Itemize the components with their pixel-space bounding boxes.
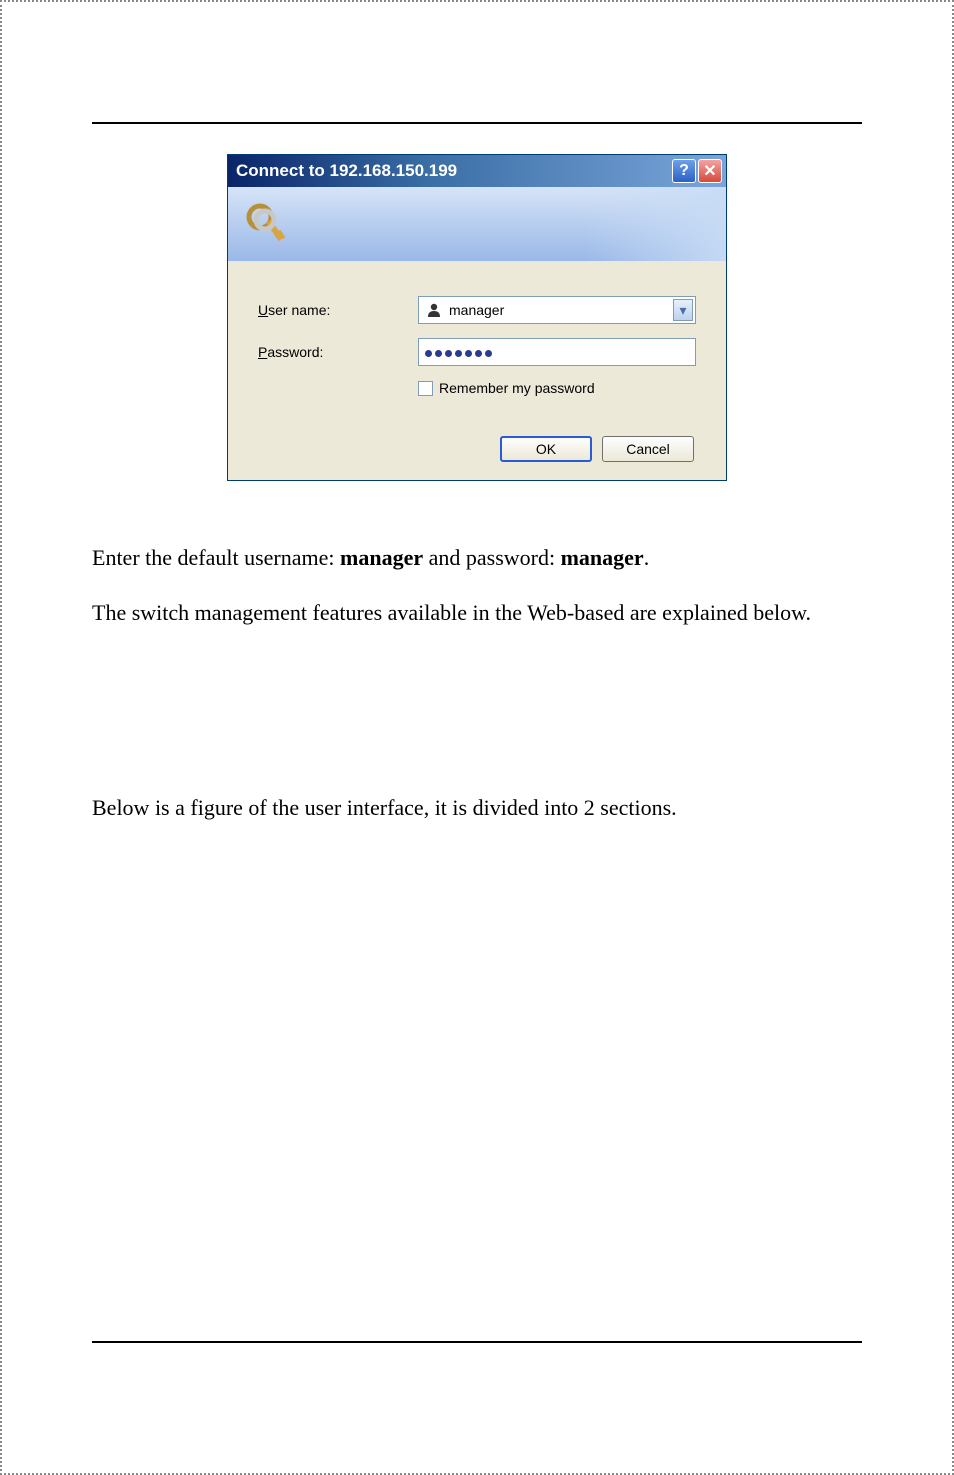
close-icon: ✕ — [703, 161, 716, 181]
remember-label: Remember my password — [439, 380, 595, 396]
remember-row: Remember my password — [418, 380, 696, 396]
cancel-button[interactable]: Cancel — [602, 436, 694, 462]
close-button[interactable]: ✕ — [698, 159, 722, 183]
password-row: Password: — [258, 338, 696, 366]
user-icon — [425, 301, 443, 319]
p1-suffix: . — [644, 545, 650, 570]
document-text: Enter the default username: manager and … — [92, 541, 862, 824]
paragraph-1: Enter the default username: manager and … — [92, 541, 862, 574]
username-row: User name: manager ▾ — [258, 296, 696, 324]
ok-button[interactable]: OK — [500, 436, 592, 462]
dialog-banner — [228, 187, 726, 261]
username-dropdown-button[interactable]: ▾ — [673, 299, 693, 321]
title-bar-buttons: ? ✕ — [672, 159, 722, 183]
chevron-down-icon: ▾ — [679, 302, 686, 319]
username-input[interactable]: manager ▾ — [418, 296, 696, 324]
top-divider — [92, 122, 862, 124]
remember-checkbox[interactable] — [418, 381, 433, 396]
bottom-divider — [92, 1341, 862, 1343]
page-content: Connect to 192.168.150.199 ? ✕ U — [2, 2, 952, 906]
p1-mid: and password: — [423, 545, 560, 570]
paragraph-3: Below is a figure of the user interface,… — [92, 791, 862, 824]
paragraph-2: The switch management features available… — [92, 596, 862, 629]
dialog-title-bar: Connect to 192.168.150.199 ? ✕ — [228, 155, 726, 187]
keys-icon — [240, 197, 294, 251]
password-input[interactable] — [418, 338, 696, 366]
p1-bold-password: manager — [561, 545, 644, 570]
section-gap — [92, 651, 862, 791]
p1-prefix: Enter the default username: — [92, 545, 340, 570]
password-label: Password: — [258, 344, 418, 360]
dialog-form: User name: manager ▾ Password: — [228, 261, 726, 480]
username-value: manager — [449, 302, 673, 318]
p1-bold-username: manager — [340, 545, 423, 570]
banner-lock-graphic — [586, 187, 726, 261]
dialog-button-row: OK Cancel — [258, 436, 696, 462]
username-label: User name: — [258, 302, 418, 318]
password-masked-value — [425, 344, 495, 360]
help-button[interactable]: ? — [672, 159, 696, 183]
credentials-dialog: Connect to 192.168.150.199 ? ✕ U — [227, 154, 727, 481]
dialog-title: Connect to 192.168.150.199 — [236, 161, 672, 181]
